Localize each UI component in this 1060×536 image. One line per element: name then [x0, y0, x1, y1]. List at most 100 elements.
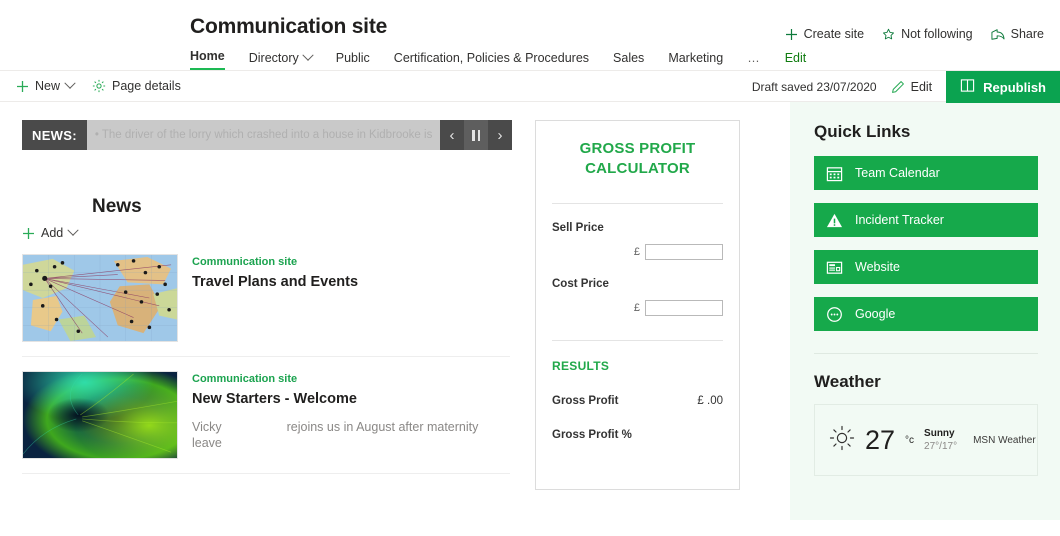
nav-item-sales[interactable]: Sales [613, 50, 644, 70]
calculator-column: GROSS PROFIT CALCULATOR Sell Price £ Cos… [530, 102, 790, 520]
green-abstract-aurora-image [23, 372, 177, 458]
main-column: NEWS: • The driver of the lorry which cr… [0, 102, 530, 520]
weather-condition: Sunny [924, 428, 955, 439]
quick-link-label: Team Calendar [855, 166, 940, 180]
article-thumbnail-abstract [22, 371, 178, 459]
results-heading: RESULTS [552, 359, 610, 373]
ticker-prev-button[interactable]: ‹ [440, 120, 464, 150]
nav-item-public[interactable]: Public [336, 50, 370, 70]
gear-icon [92, 79, 106, 93]
article-site-label: Communication site [192, 373, 298, 385]
calendar-icon [826, 165, 843, 182]
gross-profit-percent-row: Gross Profit % [552, 429, 723, 441]
command-bar-right: Draft saved 23/07/2020 Edit Republish [752, 71, 1060, 103]
quick-link-team-calendar[interactable]: Team Calendar [814, 156, 1038, 190]
sell-price-input[interactable] [645, 244, 723, 260]
republish-button[interactable]: Republish [946, 71, 1060, 103]
book-icon [960, 78, 975, 96]
nav-label: Public [335, 51, 370, 65]
command-bar: New Page details Draft saved 23/07/2020 … [0, 70, 1060, 103]
add-news-button[interactable]: Add [22, 224, 510, 240]
cost-price-label: Cost Price [552, 278, 609, 290]
nav-edit-button[interactable]: Edit [785, 50, 807, 70]
new-button[interactable]: New [16, 77, 76, 93]
sell-price-label: Sell Price [552, 222, 604, 234]
quick-link-google[interactable]: Google [814, 297, 1038, 331]
page-body: NEWS: • The driver of the lorry which cr… [0, 102, 1060, 520]
ticker-controls: ‹ › [440, 120, 512, 150]
sun-icon [829, 425, 855, 456]
divider [552, 203, 723, 204]
nav-item-directory[interactable]: Directory [248, 49, 314, 70]
new-label: New [35, 79, 61, 93]
gross-profit-percent-label: Gross Profit % [552, 429, 632, 441]
quick-link-label: Website [855, 260, 900, 274]
cost-price-row: £ [552, 300, 723, 316]
divider [814, 353, 1038, 354]
nav-item-certification-policies-procedures[interactable]: Certification, Policies & Procedures [394, 50, 589, 70]
plus-icon [16, 80, 29, 93]
nav-label: Sales [613, 51, 645, 65]
nav-overflow-button[interactable]: … [747, 50, 761, 70]
site-header: Communication site Home Directory Public… [0, 0, 1060, 70]
news-article[interactable]: Communication site Travel Plans and Even… [22, 248, 510, 357]
article-description: Vicky rejoins us in August after materni… [192, 419, 510, 451]
sell-price-field-group: Sell Price £ [552, 222, 723, 260]
ticker-text: • The driver of the lorry which crashed … [94, 129, 432, 141]
chevron-down-icon [302, 49, 314, 61]
weather-temperature: 27 [865, 425, 896, 455]
nav-label: Directory [248, 51, 299, 65]
pause-icon [472, 129, 475, 141]
article-title: Travel Plans and Events [192, 274, 359, 290]
warning-triangle-icon [826, 212, 843, 229]
weather-unit: °c [905, 434, 915, 446]
weather-heading: Weather [814, 372, 881, 391]
share-button[interactable]: Share [991, 27, 1044, 41]
weather-source: MSN Weather [973, 434, 1036, 446]
nav-label: … [747, 51, 761, 65]
chevron-down-icon [67, 224, 79, 236]
create-site-button[interactable]: Create site [785, 27, 864, 41]
page-details-button[interactable]: Page details [92, 79, 181, 93]
currency-symbol: £ [633, 246, 640, 258]
gross-profit-calculator: GROSS PROFIT CALCULATOR Sell Price £ Cos… [535, 120, 740, 490]
redacted-text [225, 420, 283, 431]
ticker-track: • The driver of the lorry which crashed … [86, 120, 440, 150]
article-thumbnail-world-map [22, 254, 178, 342]
quick-link-incident-tracker[interactable]: Incident Tracker [814, 203, 1038, 237]
site-navigation: Home Directory Public Certification, Pol… [190, 46, 1040, 70]
news-ticker: NEWS: • The driver of the lorry which cr… [22, 120, 512, 150]
weather-card[interactable]: 27 °c Sunny 27°/17° MSN Weather [814, 404, 1038, 476]
ellipsis-circle-icon [826, 306, 843, 323]
article-description-prefix: Vicky [192, 420, 222, 434]
quick-link-website[interactable]: Website [814, 250, 1038, 284]
weather-range: 27°/17° [924, 441, 958, 452]
plus-icon [785, 28, 798, 41]
site-actions: Create site Not following Share [785, 27, 1044, 41]
cost-price-input[interactable] [645, 300, 723, 316]
news-heading: News [92, 196, 142, 217]
add-label: Add [41, 226, 64, 240]
nav-item-home[interactable]: Home [190, 48, 225, 70]
edit-page-button[interactable]: Edit [891, 80, 933, 94]
republish-label: Republish [983, 79, 1046, 95]
redacted-text [192, 303, 250, 314]
article-site-label: Communication site [192, 256, 298, 268]
nav-item-marketing[interactable]: Marketing [668, 50, 723, 70]
share-icon [991, 28, 1005, 41]
article-body: Communication site New Starters - Welcom… [192, 371, 510, 459]
news-article[interactable]: Communication site New Starters - Welcom… [22, 365, 510, 474]
ticker-next-button[interactable]: › [488, 120, 512, 150]
star-icon [882, 28, 895, 41]
gross-profit-row: Gross Profit £ .00 [552, 395, 723, 407]
quick-links-heading: Quick Links [814, 122, 911, 141]
edit-label: Edit [910, 80, 933, 94]
nav-label: Home [190, 49, 225, 63]
follow-button[interactable]: Not following [882, 27, 973, 41]
pencil-icon [891, 80, 905, 94]
sharepoint-page: Communication site Home Directory Public… [0, 0, 1060, 536]
right-rail: Quick Links Team Calendar Incident Track… [790, 102, 1060, 520]
calculator-title: GROSS PROFIT CALCULATOR [579, 140, 696, 177]
ticker-pause-button[interactable] [464, 120, 488, 150]
article-description [192, 302, 358, 318]
